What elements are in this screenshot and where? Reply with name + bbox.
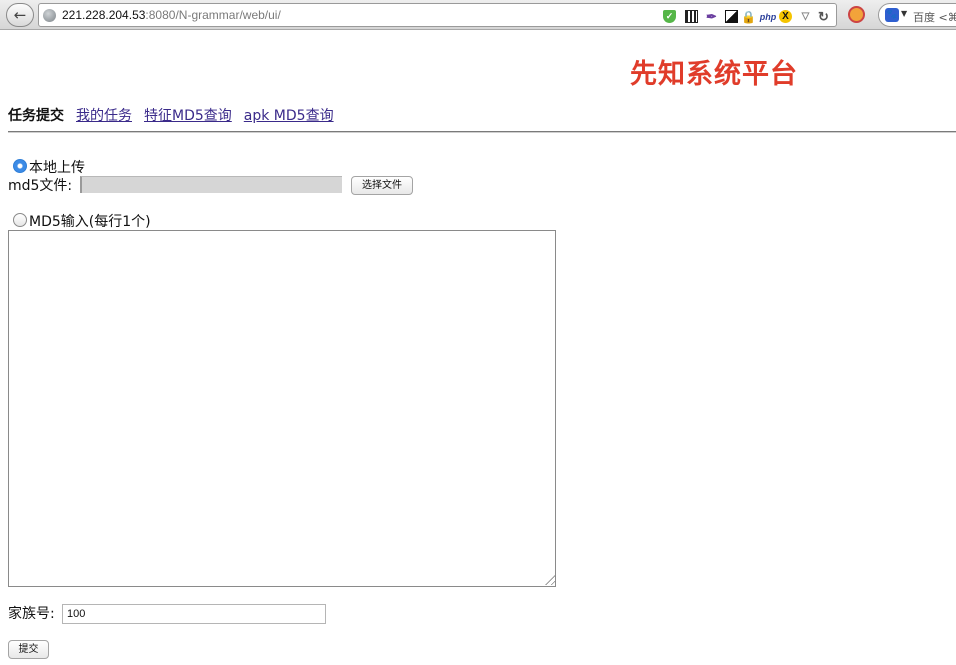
choose-file-button[interactable]: 选择文件 <box>351 176 413 195</box>
header-divider <box>8 131 956 133</box>
md5-textarea[interactable] <box>8 230 556 587</box>
search-caret-icon[interactable]: ▼ <box>901 9 907 18</box>
php-icon[interactable]: php <box>758 10 778 23</box>
shield-icon[interactable]: ✓ <box>663 10 676 23</box>
address-bar[interactable]: 221.228.204.53:8080/N-grammar/web/ui/ ✓ … <box>38 3 837 27</box>
back-arrow-icon[interactable]: ← <box>6 3 34 27</box>
page-title: 先知系统平台 <box>630 59 798 90</box>
reload-icon[interactable]: ↻ <box>817 9 830 24</box>
lock-icon[interactable]: 🔒 <box>741 10 756 24</box>
contrast-icon[interactable] <box>725 10 738 23</box>
baidu-paw-icon[interactable]: 🐾 <box>885 8 899 22</box>
search-engine-text: 百度 <⌘ <box>913 11 956 24</box>
globe-icon <box>43 9 56 22</box>
feather-icon[interactable]: ✒ <box>705 9 718 24</box>
md5-input-radio[interactable] <box>13 213 27 227</box>
addon-icon[interactable] <box>848 6 865 23</box>
nav-link-apk-md5-query[interactable]: apk MD5查询 <box>244 108 334 124</box>
family-label: 家族号: <box>8 606 55 622</box>
url-host: 221.228.204.53 <box>62 8 146 22</box>
qr-code-icon[interactable] <box>685 10 698 23</box>
url-path: :8080/N-grammar/web/ui/ <box>145 8 281 22</box>
family-input[interactable] <box>62 604 326 624</box>
search-bar[interactable]: 🐾 ▼ 百度 <⌘ <box>878 3 956 27</box>
main-nav: 任务提交 我的任务 特征MD5查询 apk MD5查询 <box>8 105 346 125</box>
md5-input-label: MD5输入(每行1个) <box>29 214 151 230</box>
md5-file-label: md5文件: <box>8 178 73 194</box>
url-text[interactable]: 221.228.204.53:8080/N-grammar/web/ui/ <box>62 8 281 22</box>
browser-toolbar: ← 221.228.204.53:8080/N-grammar/web/ui/ … <box>0 0 956 30</box>
nav-current-task-submit: 任务提交 <box>8 108 64 124</box>
submit-button[interactable]: 提交 <box>8 640 49 659</box>
local-upload-radio[interactable] <box>13 159 27 173</box>
dropmark-icon[interactable]: ▽ <box>799 10 812 23</box>
nav-link-feature-md5-query[interactable]: 特征MD5查询 <box>144 108 232 124</box>
local-upload-label: 本地上传 <box>29 160 85 176</box>
x-icon[interactable]: X <box>779 10 792 23</box>
md5-file-field[interactable] <box>80 176 342 193</box>
nav-link-my-tasks[interactable]: 我的任务 <box>76 108 132 124</box>
